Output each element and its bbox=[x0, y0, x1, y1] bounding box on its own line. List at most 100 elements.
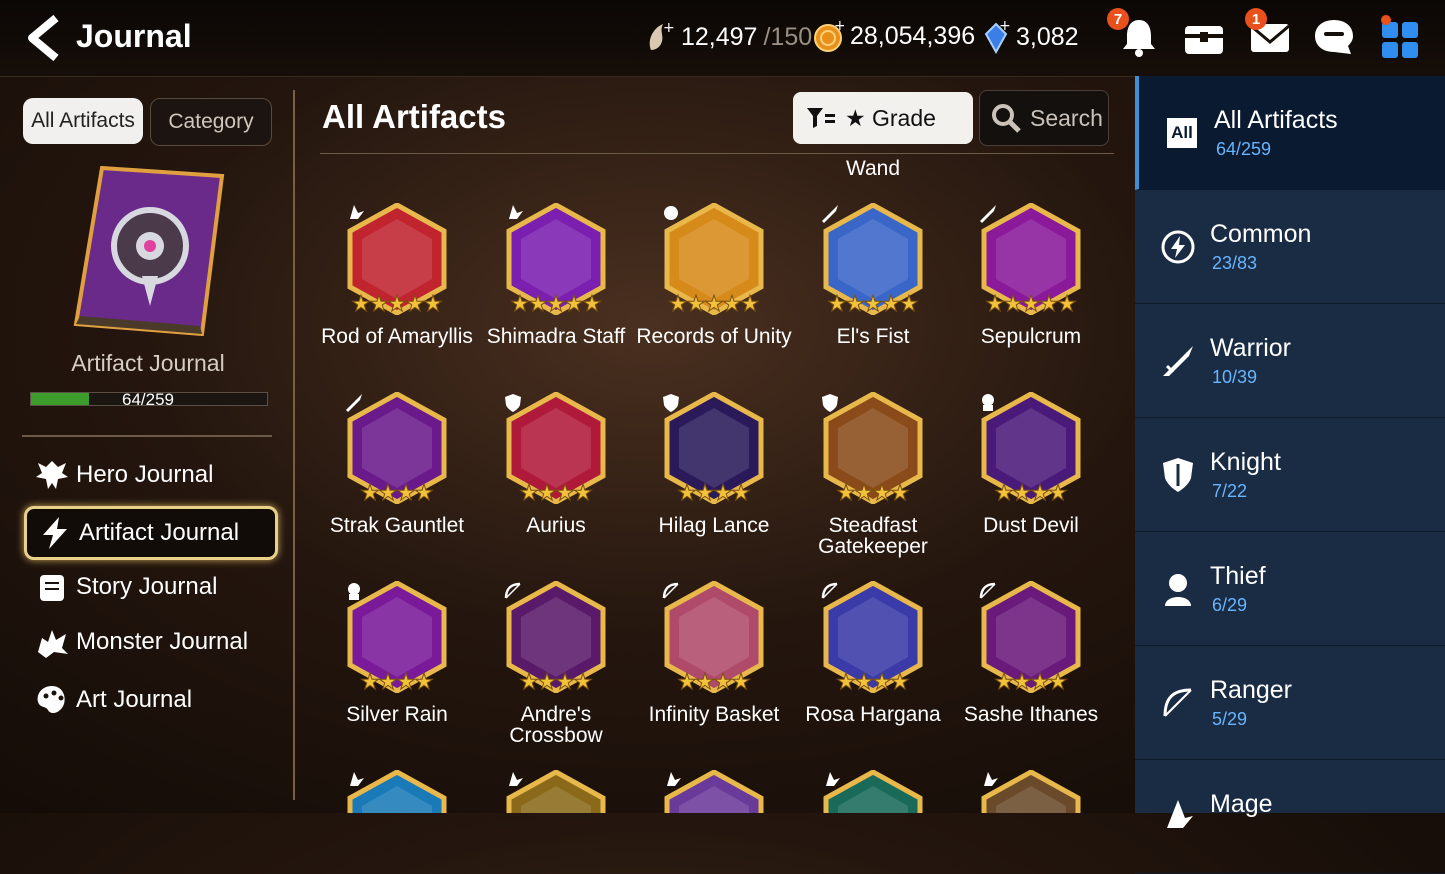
artifact-card[interactable] bbox=[952, 769, 1110, 813]
artifact-card[interactable]: ★ ★ ★ ★ ★ Sepulcrum bbox=[952, 202, 1110, 383]
stamina-display[interactable]: + 12,497 /150 bbox=[645, 20, 812, 54]
artifact-card[interactable]: ★ ★ ★ ★ Steadfast Gatekeeper bbox=[794, 391, 952, 572]
svg-text:★: ★ bbox=[405, 292, 425, 315]
svg-text:★: ★ bbox=[396, 670, 416, 693]
chest-icon[interactable] bbox=[1181, 14, 1227, 60]
svg-text:★: ★ bbox=[695, 670, 715, 693]
svg-text:★: ★ bbox=[396, 481, 416, 504]
artifact-card[interactable]: ★ ★ ★ ★ ★ El's Fist bbox=[794, 202, 952, 383]
top-bar: Journal + 12,497 /150 + 28,054,396 + 3,0… bbox=[0, 0, 1445, 77]
artifact-card[interactable]: ★ ★ ★ ★ Silver Rain bbox=[318, 580, 476, 761]
left-divider bbox=[22, 435, 272, 437]
back-arrow-icon[interactable] bbox=[22, 14, 66, 62]
svg-text:★: ★ bbox=[740, 292, 760, 315]
category-common[interactable]: Common 23/83 bbox=[1135, 190, 1445, 304]
category-count: 64/259 bbox=[1216, 139, 1272, 159]
gold-icon: + bbox=[814, 20, 844, 52]
artifact-card[interactable]: ★ ★ ★ ★ Hilag Lance bbox=[635, 391, 793, 572]
artifact-name: Aurius bbox=[526, 514, 586, 537]
artifact-card[interactable]: ★ ★ ★ ★ ★ Shimadra Staff bbox=[477, 202, 635, 383]
grade-label: ★ Grade bbox=[845, 104, 936, 131]
artifact-card[interactable]: ★ ★ ★ ★ Infinity Basket bbox=[635, 580, 793, 761]
stamina-icon: + bbox=[649, 20, 675, 50]
gold-value: 28,054,396 bbox=[850, 21, 976, 50]
artifact-card[interactable]: ★ ★ ★ ★ Aurius bbox=[477, 391, 635, 572]
artifact-card[interactable]: ★ ★ ★ ★ Andre's Crossbow bbox=[477, 580, 635, 761]
svg-text:★: ★ bbox=[582, 292, 602, 315]
artifact-card[interactable]: ★ ★ ★ ★ ★ Records of Unity bbox=[635, 202, 793, 383]
artifact-name: Dust Devil bbox=[983, 514, 1079, 537]
artifact-icon: ★ ★ ★ ★ bbox=[344, 391, 450, 507]
svg-text:★: ★ bbox=[555, 481, 575, 504]
artifact-card[interactable]: ★ ★ ★ ★ ★ Rod of Amaryllis bbox=[318, 202, 476, 383]
svg-text:★: ★ bbox=[546, 292, 566, 315]
nav-art-journal[interactable]: Art Journal bbox=[24, 676, 272, 724]
category-all-artifacts[interactable]: All All Artifacts 64/259 bbox=[1135, 76, 1445, 190]
bell-badge: 7 bbox=[1107, 8, 1129, 30]
svg-text:★: ★ bbox=[1012, 670, 1032, 693]
artifact-icon bbox=[661, 769, 767, 813]
svg-text:★: ★ bbox=[668, 292, 688, 315]
nav-story-journal[interactable]: Story Journal bbox=[24, 563, 272, 611]
svg-text:★: ★ bbox=[854, 481, 874, 504]
svg-text:★: ★ bbox=[863, 292, 883, 315]
svg-text:★: ★ bbox=[378, 670, 398, 693]
nav-monster-journal[interactable]: Monster Journal bbox=[24, 618, 272, 666]
category-label: Knight bbox=[1210, 448, 1281, 476]
nav-artifact-journal[interactable]: Artifact Journal bbox=[24, 506, 278, 560]
hero-icon bbox=[36, 461, 68, 489]
category-warrior[interactable]: Warrior 10/39 bbox=[1135, 304, 1445, 418]
tab-all-artifacts[interactable]: All Artifacts bbox=[23, 98, 143, 144]
category-ranger[interactable]: Ranger 5/29 bbox=[1135, 646, 1445, 760]
svg-text:★: ★ bbox=[836, 670, 856, 693]
left-panel-border bbox=[293, 90, 295, 800]
artifact-icon: ★ ★ ★ ★ bbox=[820, 580, 926, 696]
nav-hero-journal[interactable]: Hero Journal bbox=[24, 451, 272, 499]
category-sidebar: All All Artifacts 64/259 Common 23/83 Warrior… bbox=[1135, 76, 1445, 874]
svg-text:★: ★ bbox=[994, 481, 1014, 504]
svg-text:★: ★ bbox=[1003, 292, 1023, 315]
artifact-card[interactable]: ★ ★ ★ ★ Strak Gauntlet bbox=[318, 391, 476, 572]
category-knight[interactable]: Knight 7/22 bbox=[1135, 418, 1445, 532]
artifact-grid: Wand ★ ★ ★ ★ ★ Rod of Amaryllis ★ ★ ★ ★ ★ Shimad… bbox=[318, 155, 1118, 813]
category-label: Warrior bbox=[1210, 334, 1292, 362]
artifact-card[interactable] bbox=[794, 769, 952, 813]
crystal-display[interactable]: + 3,082 bbox=[982, 20, 1079, 54]
svg-text:★: ★ bbox=[423, 292, 443, 315]
svg-text:+: + bbox=[999, 20, 1010, 34]
artifact-card[interactable] bbox=[318, 769, 476, 813]
artifact-icon: ★ ★ ★ ★ ★ bbox=[661, 202, 767, 318]
svg-text:★: ★ bbox=[510, 292, 530, 315]
search-button[interactable]: Search bbox=[979, 90, 1109, 146]
svg-text:★: ★ bbox=[1057, 292, 1077, 315]
artifact-icon: ★ ★ ★ ★ bbox=[661, 580, 767, 696]
category-mage[interactable]: Mage bbox=[1135, 760, 1445, 874]
mage-icon bbox=[1159, 798, 1197, 836]
category-count: 23/83 bbox=[1212, 253, 1258, 273]
category-thief[interactable]: Thief 6/29 bbox=[1135, 532, 1445, 646]
artifact-card[interactable] bbox=[635, 769, 793, 813]
chat-icon[interactable] bbox=[1311, 14, 1357, 60]
artifact-card[interactable]: ★ ★ ★ ★ Rosa Hargana bbox=[794, 580, 952, 761]
cutoff-artifact-label: Wand bbox=[845, 157, 901, 180]
svg-text:★: ★ bbox=[713, 670, 733, 693]
svg-text:★: ★ bbox=[722, 292, 742, 315]
svg-text:★: ★ bbox=[369, 292, 389, 315]
ranger-icon bbox=[1159, 684, 1197, 722]
category-label: Common bbox=[1210, 220, 1312, 248]
svg-text:★: ★ bbox=[1030, 481, 1050, 504]
menu-grid-icon[interactable] bbox=[1378, 14, 1424, 60]
svg-text:★: ★ bbox=[537, 670, 557, 693]
tab-category[interactable]: Category bbox=[150, 98, 272, 146]
grade-filter-button[interactable]: ★ Grade bbox=[793, 92, 973, 144]
gold-display[interactable]: + 28,054,396 bbox=[812, 20, 975, 52]
artifact-card[interactable]: ★ ★ ★ ★ Dust Devil bbox=[952, 391, 1110, 572]
artifact-icon: ★ ★ ★ ★ bbox=[503, 391, 609, 507]
artifact-card[interactable] bbox=[477, 769, 635, 813]
category-count: 6/29 bbox=[1212, 595, 1248, 615]
svg-text:+: + bbox=[663, 20, 675, 36]
artifact-card[interactable]: ★ ★ ★ ★ Sashe Ithanes bbox=[952, 580, 1110, 761]
monster-icon bbox=[38, 630, 68, 658]
svg-text:★: ★ bbox=[677, 481, 697, 504]
svg-text:★: ★ bbox=[994, 670, 1014, 693]
